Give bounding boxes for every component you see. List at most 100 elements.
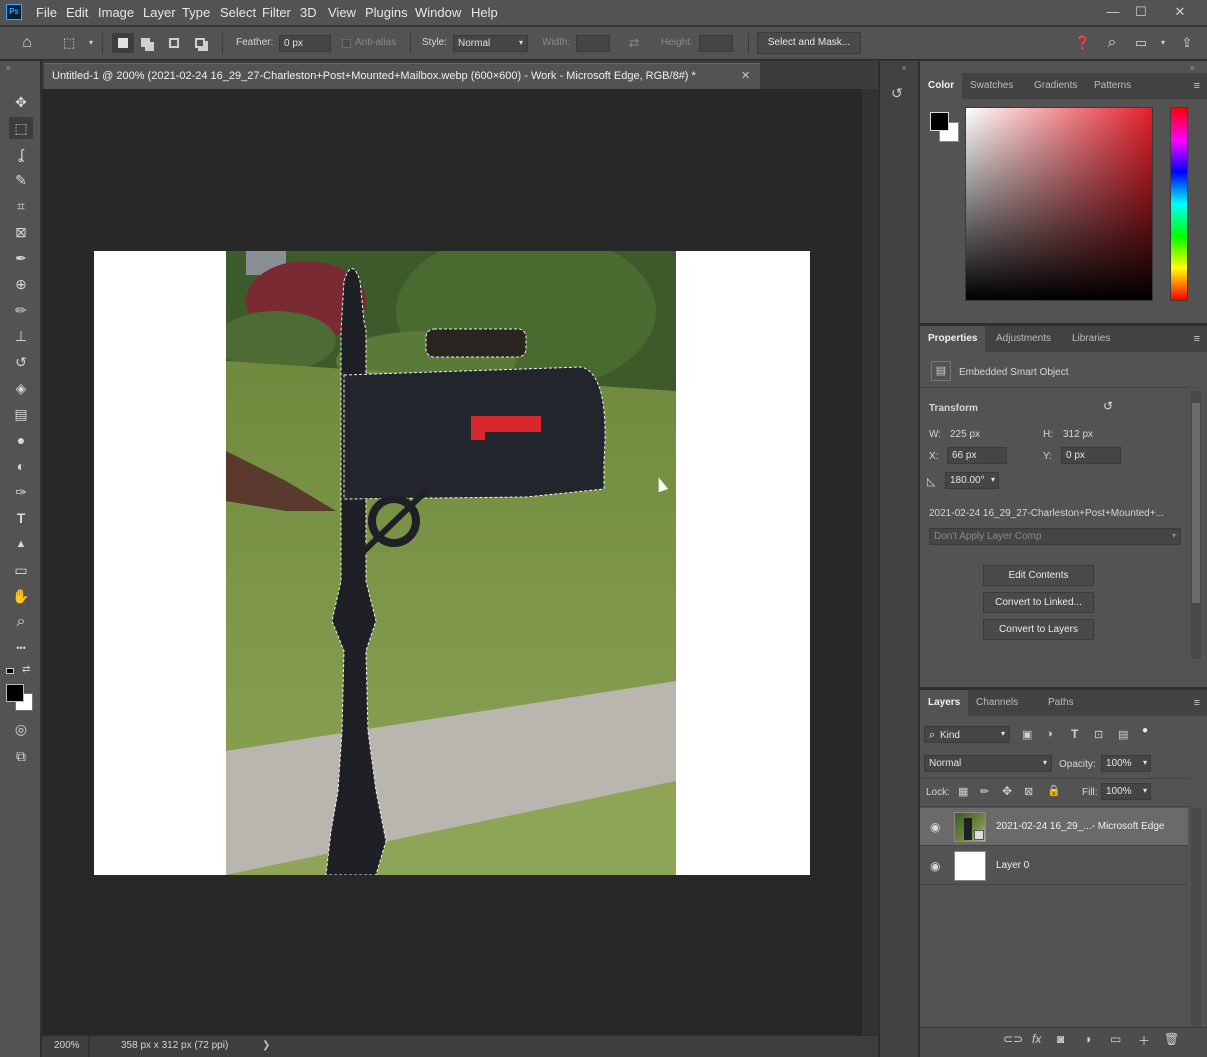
close-icon[interactable]: ✕	[741, 69, 750, 82]
move-tool-icon[interactable]: ✥	[9, 91, 33, 113]
lock-position-icon[interactable]: ✥	[1002, 784, 1012, 798]
subtract-from-selection-icon[interactable]	[169, 38, 179, 48]
dodge-tool-icon[interactable]: ◐	[9, 455, 33, 477]
new-layer-icon[interactable]: ＋	[1138, 1032, 1150, 1049]
filter-toggle-icon[interactable]: ●	[1142, 725, 1148, 736]
antialias-checkbox[interactable]	[342, 39, 351, 48]
foreground-color-swatch[interactable]	[930, 112, 949, 131]
smart-object-filter-icon[interactable]: ▤	[1118, 728, 1128, 741]
chevron-down-icon[interactable]: ▾	[82, 34, 100, 52]
expand-dock-icon[interactable]: «	[902, 63, 906, 72]
tab-patterns[interactable]: Patterns	[1086, 73, 1139, 99]
lock-transparent-icon[interactable]: ▦	[958, 785, 968, 798]
rectangle-tool-icon[interactable]: ▭	[9, 559, 33, 581]
chevron-down-icon[interactable]: ▾	[1154, 34, 1172, 52]
pen-tool-icon[interactable]: ✑	[9, 481, 33, 503]
lock-all-icon[interactable]: 🔒	[1047, 784, 1061, 797]
gradient-tool-icon[interactable]: ▤	[9, 403, 33, 425]
panel-menu-icon[interactable]: ≡	[1194, 697, 1200, 709]
minimize-button[interactable]: —	[1098, 2, 1128, 22]
menu-plugins[interactable]: Plugins	[365, 5, 408, 20]
workspace-icon[interactable]: ▭	[1132, 34, 1150, 52]
brush-tool-icon[interactable]: ✏	[9, 299, 33, 321]
layer-row[interactable]: ◉ 2021-02-24 16_29_...- Microsoft Edge	[920, 808, 1188, 846]
maximize-button[interactable]: ☐	[1126, 2, 1156, 22]
quick-selection-tool-icon[interactable]: ✎	[9, 169, 33, 191]
zoom-tool-icon[interactable]: ⌕	[9, 611, 33, 633]
layer-name[interactable]: Layer 0	[996, 860, 1029, 871]
share-icon[interactable]: ⇪	[1178, 34, 1196, 52]
search-icon[interactable]: ⌕	[1103, 34, 1121, 52]
healing-brush-tool-icon[interactable]: ⊕	[9, 273, 33, 295]
edit-contents-button[interactable]: Edit Contents	[983, 565, 1094, 586]
properties-scrollbar[interactable]	[1191, 391, 1201, 659]
visibility-eye-icon[interactable]: ◉	[930, 820, 940, 834]
pixel-layer-filter-icon[interactable]: ▣	[1022, 728, 1032, 741]
tab-gradients[interactable]: Gradients	[1026, 73, 1085, 99]
type-layer-filter-icon[interactable]: T	[1071, 727, 1078, 741]
y-input[interactable]: 0 px	[1061, 447, 1121, 464]
height-input[interactable]	[699, 35, 733, 52]
width-value[interactable]: 225 px	[950, 429, 980, 440]
status-menu-arrow-icon[interactable]: ❯	[262, 1040, 270, 1051]
tab-layers[interactable]: Layers	[920, 690, 969, 716]
default-colors-icon[interactable]	[6, 668, 14, 674]
tab-channels[interactable]: Channels	[968, 690, 1026, 716]
zoom-level[interactable]: 200%	[54, 1040, 80, 1051]
menu-view[interactable]: View	[328, 5, 356, 20]
tab-adjustments[interactable]: Adjustments	[988, 326, 1059, 352]
new-selection-button[interactable]	[112, 33, 134, 53]
tab-libraries[interactable]: Libraries	[1064, 326, 1118, 352]
lock-artboard-icon[interactable]: ⊠	[1024, 785, 1033, 798]
tab-swatches[interactable]: Swatches	[962, 73, 1021, 99]
tab-paths[interactable]: Paths	[1040, 690, 1082, 716]
home-icon[interactable]: ⌂	[18, 34, 36, 52]
panel-menu-icon[interactable]: ≡	[1194, 80, 1200, 92]
layer-filter-kind-select[interactable]: ⌕ Kind ▾	[924, 726, 1010, 743]
menu-window[interactable]: Window	[415, 5, 461, 20]
menu-type[interactable]: Type	[182, 5, 210, 20]
history-brush-tool-icon[interactable]: ↺	[9, 351, 33, 373]
link-layers-icon[interactable]: ⊂⊃	[1003, 1032, 1023, 1046]
new-group-folder-icon[interactable]: ▭	[1110, 1032, 1121, 1046]
learn-icon[interactable]: ❓	[1074, 34, 1092, 52]
eraser-tool-icon[interactable]: ◈	[9, 377, 33, 399]
crop-tool-icon[interactable]: ⌗	[9, 195, 33, 217]
menu-image[interactable]: Image	[98, 5, 134, 20]
layers-scrollbar[interactable]	[1191, 808, 1201, 1028]
frame-tool-icon[interactable]: ⊠	[9, 221, 33, 243]
convert-to-layers-button[interactable]: Convert to Layers	[983, 619, 1094, 640]
menu-edit[interactable]: Edit	[66, 5, 88, 20]
close-window-button[interactable]: ✕	[1165, 2, 1195, 22]
intersect-selection-icon[interactable]	[195, 38, 205, 48]
hand-tool-icon[interactable]: ✋	[9, 585, 33, 607]
angle-input[interactable]: 180.00° ▾	[945, 472, 999, 489]
feather-input[interactable]: 0 px	[279, 35, 331, 52]
panel-menu-icon[interactable]: ≡	[1194, 333, 1200, 345]
clone-stamp-tool-icon[interactable]: ⊥	[9, 325, 33, 347]
rectangular-marquee-preset-icon[interactable]: ⬚	[60, 34, 78, 52]
add-mask-icon[interactable]: ◙	[1057, 1032, 1064, 1046]
hue-slider[interactable]	[1170, 107, 1188, 301]
color-field[interactable]	[965, 107, 1153, 301]
style-select[interactable]: Normal ▾	[453, 35, 528, 52]
new-adjustment-layer-icon[interactable]: ◑	[1084, 1032, 1091, 1046]
type-tool-icon[interactable]: T	[9, 507, 33, 529]
document-tab[interactable]: Untitled-1 @ 200% (2021-02-24 16_29_27-C…	[44, 63, 760, 89]
swap-width-height-icon[interactable]: ⇄	[625, 34, 643, 52]
height-value[interactable]: 312 px	[1063, 429, 1093, 440]
menu-3d[interactable]: 3D	[300, 5, 317, 20]
history-panel-icon[interactable]: ↺	[891, 85, 903, 102]
lasso-tool-icon[interactable]: ʆ	[9, 143, 33, 165]
width-input[interactable]	[576, 35, 610, 52]
menu-filter[interactable]: Filter	[262, 5, 291, 20]
fill-input[interactable]: 100% ▾	[1101, 783, 1151, 800]
opacity-input[interactable]: 100% ▾	[1101, 755, 1151, 772]
collapse-panels-icon[interactable]: »	[1190, 63, 1194, 72]
eyedropper-tool-icon[interactable]: ✒	[9, 247, 33, 269]
menu-layer[interactable]: Layer	[143, 5, 176, 20]
menu-file[interactable]: File	[36, 5, 57, 20]
swap-colors-icon[interactable]: ⇄	[22, 664, 30, 675]
convert-to-linked-button[interactable]: Convert to Linked...	[983, 592, 1094, 613]
mailbox-photo-layer[interactable]	[226, 251, 676, 875]
